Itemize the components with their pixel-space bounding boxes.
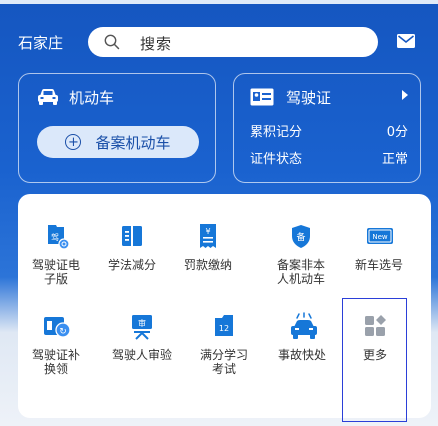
service-label: 满分学习考试: [199, 348, 248, 376]
svg-text:↻: ↻: [59, 327, 67, 337]
license-replace-icon: ↻: [42, 312, 71, 340]
service-label: 事故快处: [277, 348, 326, 362]
book-icon: [118, 222, 146, 250]
full-score-exam-icon: 12: [210, 312, 238, 340]
svg-text:12: 12: [219, 324, 229, 333]
svg-text:驾: 驾: [51, 232, 59, 242]
new-plate-icon: New: [365, 222, 393, 250]
service-fine-payment[interactable]: ¥ 罚款缴纳: [172, 222, 244, 272]
service-study-deduct[interactable]: 学法减分: [96, 222, 168, 272]
selection-highlight: [342, 298, 407, 422]
vehicle-card-title: 机动车: [69, 88, 115, 107]
svg-text:¥: ¥: [205, 227, 210, 236]
header-bar: 石家庄 搜索: [0, 22, 438, 62]
service-driver-review[interactable]: 审 驾驶人审验: [106, 312, 178, 362]
service-e-license[interactable]: 驾 驾驶证电子版: [20, 222, 92, 286]
status-label: 证件状态: [250, 152, 303, 167]
message-icon[interactable]: [397, 34, 415, 48]
points-label: 累积记分: [250, 125, 303, 140]
search-placeholder: 搜索: [140, 35, 173, 53]
service-label: 驾驶证补换领: [31, 348, 80, 376]
service-full-score-exam[interactable]: 12 满分学习考试: [188, 312, 260, 376]
driver-review-icon: 审: [128, 312, 156, 340]
svg-text:New: New: [372, 233, 388, 241]
service-label: 备案非本人机动车: [276, 258, 325, 286]
service-accident[interactable]: 事故快处: [266, 312, 338, 362]
license-card-title: 驾驶证: [286, 88, 332, 107]
points-value: 0分: [386, 125, 408, 140]
plus-circle-icon: +: [65, 134, 82, 150]
search-icon: [104, 34, 120, 50]
vehicle-card[interactable]: 机动车 + 备案机动车: [18, 73, 216, 183]
city-selector[interactable]: 石家庄: [18, 32, 63, 53]
fine-payment-icon: ¥: [194, 222, 222, 250]
svg-text:备: 备: [296, 231, 305, 243]
search-input[interactable]: 搜索: [88, 27, 378, 57]
chevron-right-icon: [402, 90, 408, 100]
service-register-other[interactable]: 备 备案非本人机动车: [265, 222, 337, 286]
service-label: 驾驶人审验: [111, 348, 172, 362]
service-label: 学法减分: [107, 258, 156, 272]
service-label: 驾驶证电子版: [31, 258, 80, 286]
status-row: 证件状态 正常: [250, 148, 408, 167]
license-card[interactable]: 驾驶证 累积记分 0分 证件状态 正常: [233, 73, 421, 183]
points-row: 累积记分 0分: [250, 121, 408, 140]
accident-icon: [288, 312, 317, 340]
car-icon: [38, 89, 58, 105]
e-license-icon: 驾: [42, 222, 70, 250]
register-badge-icon: 备: [287, 222, 315, 250]
license-icon: [250, 88, 274, 106]
status-value: 正常: [381, 152, 408, 167]
service-new-plate[interactable]: New 新车选号: [343, 222, 415, 272]
register-vehicle-button[interactable]: + 备案机动车: [37, 126, 199, 158]
service-label: 新车选号: [354, 258, 403, 272]
register-vehicle-label: 备案机动车: [95, 133, 171, 152]
svg-text:审: 审: [138, 318, 146, 328]
service-license-replace[interactable]: ↻ 驾驶证补换领: [20, 312, 92, 376]
top-status-strip: [0, 0, 438, 4]
service-label: 罚款缴纳: [183, 258, 232, 272]
